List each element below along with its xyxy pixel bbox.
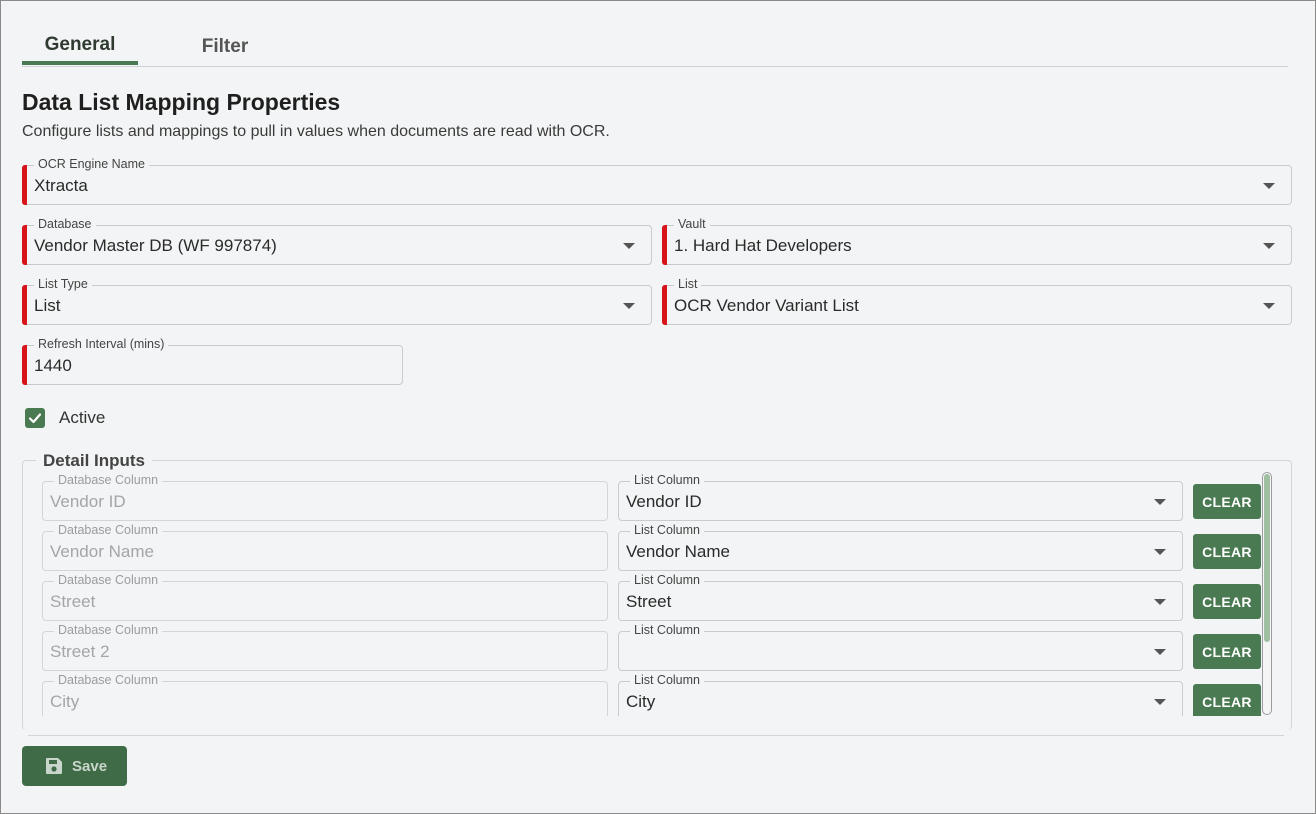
chevron-down-icon	[1263, 183, 1275, 189]
refresh-interval-label: Refresh Interval (mins)	[34, 337, 169, 352]
database-column-value: Street 2	[50, 642, 110, 661]
database-column-label: Database Column	[54, 573, 163, 588]
list-column-label: List Column	[630, 523, 704, 538]
list-column-value: City	[626, 692, 656, 711]
page-subtitle: Configure lists and mappings to pull in …	[22, 123, 610, 140]
chevron-down-icon	[1154, 549, 1166, 555]
database-column-label: Database Column	[54, 473, 163, 488]
list-column-label: List Column	[630, 623, 704, 638]
database-column-label: Database Column	[54, 673, 163, 688]
list-label: List	[674, 277, 702, 292]
footer-divider	[28, 735, 1284, 736]
database-value: Vendor Master DB (WF 997874)	[34, 236, 277, 255]
clear-button[interactable]: CLEAR	[1193, 534, 1261, 569]
active-label: Active	[59, 408, 106, 427]
database-column-field: Database Column City	[42, 673, 608, 716]
list-column-label: List Column	[630, 573, 704, 588]
checkmark-icon	[28, 413, 42, 424]
clear-button[interactable]: CLEAR	[1193, 484, 1261, 519]
database-column-field: Database Column Street 2	[42, 623, 608, 671]
ocr-engine-value: Xtracta	[34, 176, 88, 195]
list-column-select[interactable]: List Column City	[618, 673, 1183, 716]
save-button-label: Save	[72, 757, 108, 775]
tab-filter-label: Filter	[201, 35, 249, 57]
tab-bar: General Filter	[22, 23, 1288, 67]
vault-value: 1. Hard Hat Developers	[674, 236, 852, 255]
list-column-select[interactable]: List Column Vendor ID	[618, 473, 1183, 521]
scrollbar-thumb[interactable]	[1264, 474, 1270, 642]
detail-inputs-scrollbar[interactable]	[1262, 472, 1272, 715]
database-select[interactable]: Database Vendor Master DB (WF 997874)	[22, 217, 652, 265]
detail-inputs-legend: Detail Inputs	[36, 451, 153, 471]
chevron-down-icon	[1154, 699, 1166, 705]
ocr-engine-select[interactable]: OCR Engine Name Xtracta	[22, 157, 1292, 205]
ocr-engine-label: OCR Engine Name	[34, 157, 149, 172]
chevron-down-icon	[1263, 243, 1275, 249]
chevron-down-icon	[1154, 599, 1166, 605]
clear-button[interactable]: CLEAR	[1193, 584, 1261, 619]
list-column-select[interactable]: List Column	[618, 623, 1183, 671]
list-column-select[interactable]: List Column Vendor Name	[618, 523, 1183, 571]
database-label: Database	[34, 217, 96, 232]
chevron-down-icon	[1154, 649, 1166, 655]
database-column-field: Database Column Vendor ID	[42, 473, 608, 521]
refresh-interval-value: 1440	[34, 356, 72, 375]
page-title: Data List Mapping Properties	[22, 89, 341, 115]
list-column-label: List Column	[630, 673, 704, 688]
save-button[interactable]: Save	[22, 746, 127, 786]
vault-label: Vault	[674, 217, 710, 232]
window: General Filter Data List Mapping Propert…	[0, 0, 1316, 814]
detail-inputs-list: Database Column Vendor ID List Column Ve…	[22, 471, 1292, 716]
database-column-value: Street	[50, 592, 96, 611]
list-column-label: List Column	[630, 473, 704, 488]
list-column-value: Vendor Name	[626, 542, 730, 561]
chevron-down-icon	[1263, 303, 1275, 309]
active-checkbox[interactable]	[25, 408, 45, 428]
database-column-value: Vendor ID	[50, 492, 126, 511]
list-type-value: List	[34, 296, 61, 315]
database-column-value: City	[50, 692, 80, 711]
floppy-disk-icon	[46, 758, 62, 774]
vault-select[interactable]: Vault 1. Hard Hat Developers	[662, 217, 1292, 265]
list-column-value: Vendor ID	[626, 492, 702, 511]
list-value: OCR Vendor Variant List	[674, 296, 859, 315]
database-column-label: Database Column	[54, 523, 163, 538]
list-column-select[interactable]: List Column Street	[618, 573, 1183, 621]
refresh-interval-input[interactable]: Refresh Interval (mins) 1440	[22, 337, 403, 385]
tab-general-label: General	[44, 33, 116, 55]
database-column-field: Database Column Vendor Name	[42, 523, 608, 571]
list-column-value: Street	[626, 592, 672, 611]
clear-button[interactable]: CLEAR	[1193, 634, 1261, 669]
tab-filter[interactable]: Filter	[184, 25, 266, 68]
chevron-down-icon	[623, 243, 635, 249]
chevron-down-icon	[623, 303, 635, 309]
tab-general[interactable]: General	[22, 23, 138, 66]
list-type-select[interactable]: List Type List	[22, 277, 652, 325]
list-select[interactable]: List OCR Vendor Variant List	[662, 277, 1292, 325]
database-column-value: Vendor Name	[50, 542, 154, 561]
chevron-down-icon	[1154, 499, 1166, 505]
database-column-label: Database Column	[54, 623, 163, 638]
database-column-field: Database Column Street	[42, 573, 608, 621]
active-tab-indicator	[22, 61, 138, 65]
clear-button[interactable]: CLEAR	[1193, 684, 1261, 716]
list-type-label: List Type	[34, 277, 92, 292]
